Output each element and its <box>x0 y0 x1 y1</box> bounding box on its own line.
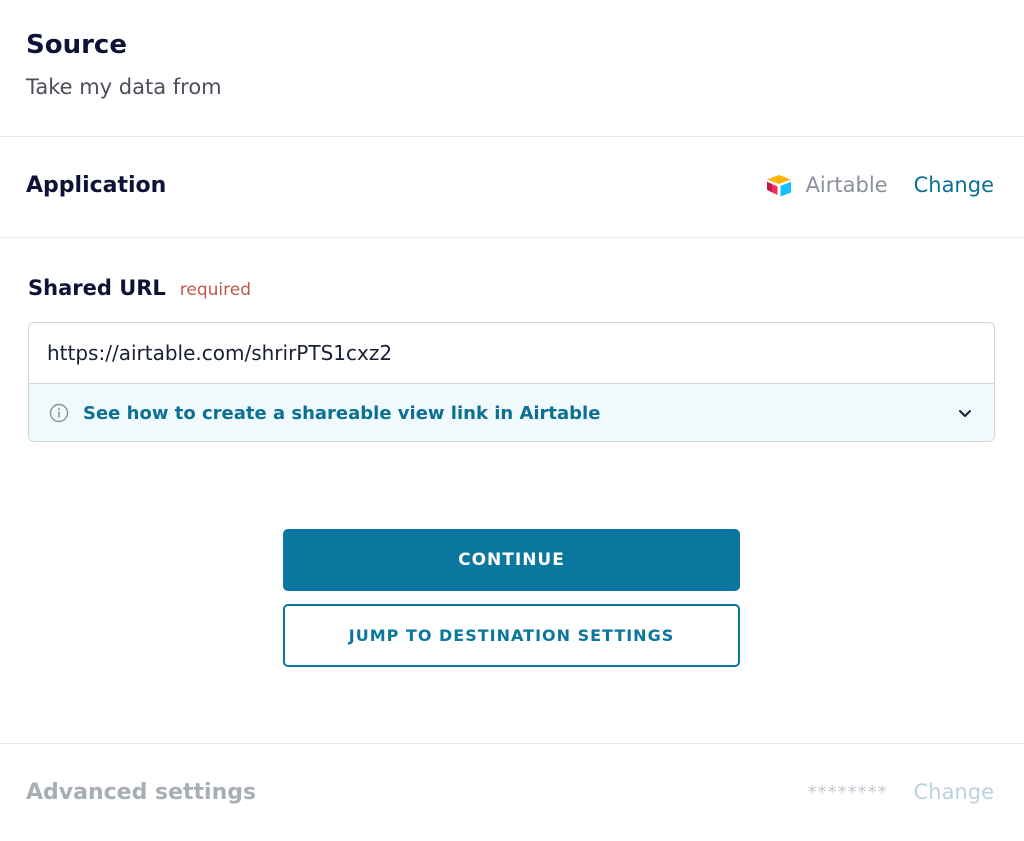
advanced-settings-label: Advanced settings <box>26 780 257 805</box>
info-icon <box>49 403 69 423</box>
shared-url-label-row: Shared URL required <box>28 276 251 300</box>
shared-url-label: Shared URL <box>28 276 166 300</box>
source-header: Source Take my data from <box>0 0 1024 136</box>
shared-url-field-group: See how to create a shareable view link … <box>28 322 995 442</box>
continue-button[interactable]: CONTINUE <box>283 529 740 591</box>
shareable-link-help-toggle[interactable]: See how to create a shareable view link … <box>29 383 994 441</box>
source-settings-panel: Source Take my data from Application Air… <box>0 0 1024 841</box>
shared-url-input[interactable] <box>29 323 994 383</box>
advanced-settings-summary: ******** Change <box>808 780 994 804</box>
airtable-logo-icon <box>764 173 794 197</box>
page-subtitle: Take my data from <box>26 75 222 99</box>
help-link-text[interactable]: See how to create a shareable view link … <box>83 403 600 424</box>
change-application-link[interactable]: Change <box>914 173 994 197</box>
application-selection: Airtable Change <box>764 173 994 197</box>
application-label: Application <box>26 173 167 198</box>
jump-to-destination-button[interactable]: JUMP TO DESTINATION SETTINGS <box>283 604 740 667</box>
selected-app-name: Airtable <box>805 173 888 197</box>
advanced-settings-masked-value: ******** <box>807 781 888 803</box>
required-tag: required <box>179 280 252 300</box>
divider <box>0 237 1024 238</box>
application-row: Application Airtable Change <box>0 137 1024 237</box>
page-title: Source <box>26 30 127 60</box>
change-advanced-settings-link[interactable]: Change <box>914 780 994 804</box>
chevron-down-icon[interactable] <box>956 404 974 422</box>
advanced-settings-row: Advanced settings ******** Change <box>0 744 1024 841</box>
